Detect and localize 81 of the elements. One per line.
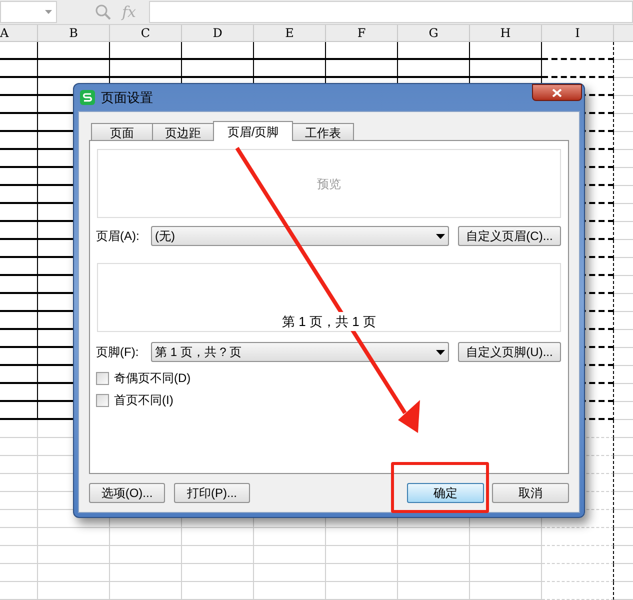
checkbox[interactable] xyxy=(96,372,109,384)
sheet-cell[interactable] xyxy=(38,42,110,60)
close-button[interactable] xyxy=(532,84,582,101)
checkbox-option[interactable]: 首页不同(I) xyxy=(96,392,174,408)
sheet-cell[interactable] xyxy=(0,186,38,204)
sheet-cell[interactable] xyxy=(0,348,38,366)
sheet-cell[interactable] xyxy=(0,150,38,168)
sheet-cell[interactable] xyxy=(0,204,38,222)
sheet-cell[interactable] xyxy=(470,42,542,60)
dropdown-field[interactable]: 第 1 页，共 ? 页 xyxy=(151,342,449,362)
dropdown-caret-icon xyxy=(45,10,52,14)
dropdown-field[interactable]: (无) xyxy=(151,226,449,246)
tab[interactable]: 工作表 xyxy=(292,123,354,140)
tab[interactable]: 页面 xyxy=(91,123,153,140)
sheet-cell[interactable] xyxy=(110,42,182,60)
sheet-cell[interactable] xyxy=(110,60,182,78)
field-label: 页脚(F): xyxy=(96,344,140,361)
name-box[interactable] xyxy=(0,1,57,23)
sheet-cell[interactable] xyxy=(0,330,38,348)
sheet-cell[interactable] xyxy=(0,78,38,96)
sheet-cell[interactable] xyxy=(254,60,326,78)
sheet-cell[interactable] xyxy=(182,42,254,60)
sheet-cell[interactable] xyxy=(0,258,38,276)
column-header[interactable]: D xyxy=(182,25,254,42)
sheet-cell[interactable] xyxy=(0,168,38,186)
zoom-icon[interactable] xyxy=(95,4,111,20)
ok-button[interactable]: 确定 xyxy=(407,483,484,503)
sheet-cell[interactable] xyxy=(0,60,38,78)
dropdown-caret-icon xyxy=(436,350,445,354)
column-header[interactable] xyxy=(614,25,633,42)
dropdown-caret-icon xyxy=(436,234,445,238)
sheet-cell[interactable] xyxy=(0,294,38,312)
tab[interactable]: 页边距 xyxy=(152,123,214,140)
column-header[interactable]: F xyxy=(326,25,398,42)
sheet-cell[interactable] xyxy=(542,546,614,564)
sheet-cell[interactable] xyxy=(0,276,38,294)
column-header[interactable]: B xyxy=(38,25,110,42)
sheet-cell[interactable] xyxy=(182,60,254,78)
dialog-title: 页面设置 xyxy=(101,88,153,107)
column-header[interactable]: H xyxy=(470,25,542,42)
sheet-cell[interactable] xyxy=(0,132,38,150)
checkbox[interactable] xyxy=(96,394,109,406)
column-header[interactable]: E xyxy=(254,25,326,42)
column-header[interactable]: C xyxy=(110,25,182,42)
close-icon xyxy=(552,88,562,96)
sheet-cell[interactable] xyxy=(0,114,38,132)
sheet-cell[interactable] xyxy=(254,42,326,60)
sheet-cell[interactable] xyxy=(398,42,470,60)
sheet-cell[interactable] xyxy=(326,60,398,78)
sheet-cell[interactable] xyxy=(326,42,398,60)
column-header[interactable]: A xyxy=(0,25,38,42)
app-logo-icon xyxy=(80,90,95,105)
cancel-button[interactable]: 取消 xyxy=(492,483,569,503)
column-header[interactable]: G xyxy=(398,25,470,42)
footer-preview-text: 第 1 页，共 1 页 xyxy=(282,312,376,331)
tab[interactable]: 页眉/页脚 xyxy=(213,121,293,141)
custom-button[interactable]: 自定义页眉(C)... xyxy=(458,226,561,246)
sheet-cell[interactable] xyxy=(0,366,38,384)
sheet-cell[interactable] xyxy=(0,312,38,330)
sheet-cell[interactable] xyxy=(0,222,38,240)
dialog-button[interactable]: 选项(O)... xyxy=(89,483,165,503)
sheet-cell[interactable] xyxy=(542,60,614,78)
sheet-cell[interactable] xyxy=(0,384,38,402)
field-label: 页眉(A): xyxy=(96,228,140,245)
sheet-cell[interactable] xyxy=(0,96,38,114)
custom-button[interactable]: 自定义页脚(U)... xyxy=(458,342,561,362)
dialog-button[interactable]: 打印(P)... xyxy=(174,483,250,503)
sheet-cell[interactable] xyxy=(542,564,614,582)
sheet-cell[interactable] xyxy=(542,42,614,60)
sheet-cell[interactable] xyxy=(0,42,38,60)
formula-field[interactable] xyxy=(149,1,633,23)
sheet-cell[interactable] xyxy=(542,528,614,546)
sheet-cell[interactable] xyxy=(470,60,542,78)
sheet-cell[interactable] xyxy=(398,60,470,78)
sheet-cell[interactable] xyxy=(38,60,110,78)
preview-label: 预览 xyxy=(317,176,341,192)
sheet-cell[interactable] xyxy=(0,240,38,258)
sheet-cell[interactable] xyxy=(542,582,614,600)
column-header[interactable]: I xyxy=(542,25,614,42)
sheet-cell[interactable] xyxy=(0,402,38,420)
checkbox-option[interactable]: 奇偶页不同(D) xyxy=(96,370,191,386)
